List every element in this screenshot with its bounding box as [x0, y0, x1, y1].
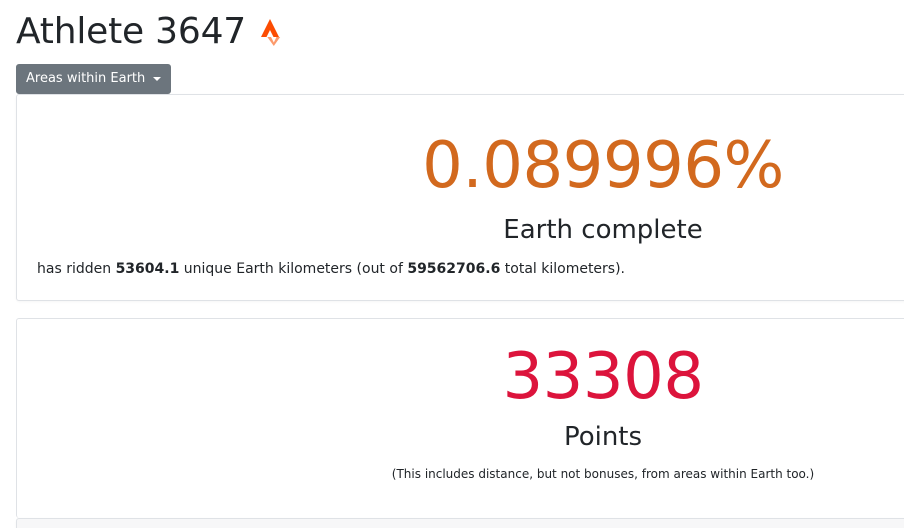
- ridden-prefix: has ridden: [37, 261, 116, 277]
- athlete-page: Athlete 3647 Areas within Earth 0.089996…: [0, 0, 904, 528]
- points-value: 33308: [502, 340, 704, 414]
- ridden-suffix: total kilometers).: [500, 261, 626, 277]
- ridden-summary: has ridden 53604.1 unique Earth kilomete…: [37, 259, 625, 279]
- page-title: Athlete 3647: [16, 11, 247, 52]
- completion-label: Earth complete: [503, 215, 703, 245]
- points-label: Points: [563, 422, 643, 452]
- completion-card: 0.089996% Earth complete has ridden 5360…: [16, 94, 904, 301]
- caret-down-icon: [153, 77, 162, 81]
- completion-percent: 0.089996%: [422, 129, 784, 203]
- strava-logo-icon[interactable]: [260, 17, 286, 47]
- next-card: [16, 518, 904, 528]
- ridden-middle: unique Earth kilometers (out of: [179, 261, 408, 277]
- page-header: Athlete 3647: [16, 10, 286, 54]
- areas-dropdown-label: Areas within Earth: [26, 71, 146, 86]
- strava-logo-icon-svg: [261, 19, 281, 46]
- points-note: (This includes distance, but not bonuses…: [391, 467, 815, 481]
- total-km-value: 59562706.6: [407, 261, 501, 277]
- unique-km-value: 53604.1: [115, 261, 180, 277]
- points-card: 33308 Points (This includes distance, bu…: [16, 318, 904, 518]
- areas-dropdown-button[interactable]: Areas within Earth: [16, 64, 172, 94]
